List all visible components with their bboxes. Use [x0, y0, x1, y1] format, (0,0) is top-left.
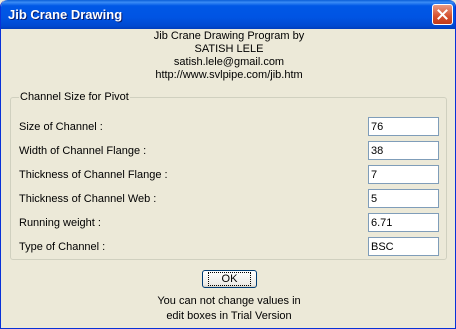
running-weight-field[interactable]: 6.71 [368, 213, 439, 232]
close-icon [437, 9, 448, 20]
type-of-channel-field[interactable]: BSC [368, 237, 439, 256]
ok-button[interactable]: OK [202, 270, 257, 288]
author-name: SATISH LELE [194, 43, 264, 55]
program-info: Jib Crane Drawing Program by SATISH LELE… [1, 30, 455, 82]
running-weight-label: Running weight : [19, 217, 101, 229]
thickness-of-web-label: Thickness of Channel Web : [19, 193, 157, 205]
ok-button-label: OK [207, 272, 252, 286]
dialog-window: Jib Crane Drawing Jib Crane Drawing Prog… [0, 0, 456, 329]
width-of-flange-field[interactable]: 38 [368, 141, 439, 160]
title-bar[interactable]: Jib Crane Drawing [1, 0, 455, 29]
width-of-flange-label: Width of Channel Flange : [19, 145, 147, 157]
thickness-of-flange-label: Thickness of Channel Flange : [19, 169, 168, 181]
program-name: Jib Crane Drawing Program by [153, 30, 305, 42]
size-of-channel-field[interactable]: 76 [368, 117, 439, 136]
author-email: satish.lele@gmail.com [173, 56, 285, 68]
trial-notice-line2: edit boxes in Trial Version [166, 310, 292, 322]
group-legend: Channel Size for Pivot [19, 91, 130, 104]
thickness-of-web-field[interactable]: 5 [368, 189, 439, 208]
trial-notice-line1: You can not change values in [157, 295, 301, 307]
program-url: http://www.svlpipe.com/jib.htm [155, 69, 303, 81]
trial-notice: You can not change values in edit boxes … [1, 294, 455, 324]
window-title: Jib Crane Drawing [8, 7, 123, 22]
size-of-channel-label: Size of Channel : [19, 121, 103, 133]
type-of-channel-label: Type of Channel : [19, 241, 106, 253]
thickness-of-flange-field[interactable]: 7 [368, 165, 439, 184]
close-button[interactable] [432, 4, 453, 25]
channel-size-group: Channel Size for Pivot Size of Channel :… [10, 91, 447, 260]
